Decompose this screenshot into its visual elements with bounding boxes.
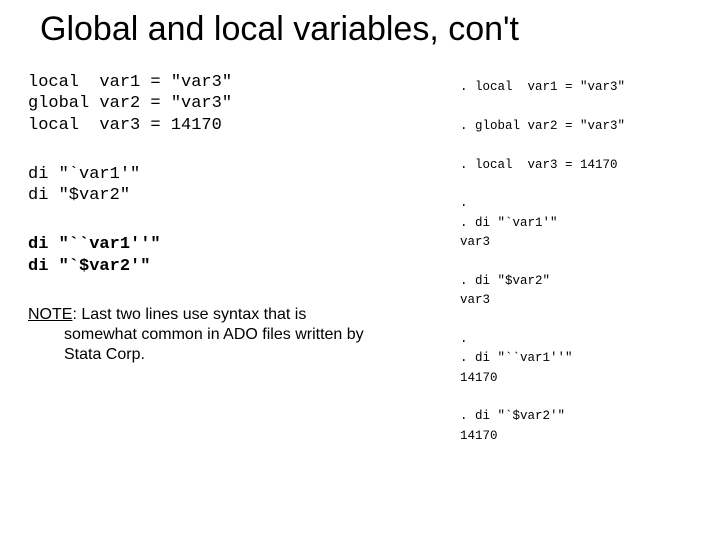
note-paragraph: NOTE: Last two lines use syntax that is … — [28, 305, 398, 365]
slide: Global and local variables, con't local … — [0, 0, 720, 540]
code-block-2: di "`var1'" di "$var2" — [28, 164, 428, 207]
left-column: local var1 = "var3" global var2 = "var3"… — [28, 72, 428, 365]
note-label: NOTE — [28, 306, 72, 323]
code-block-1: local var1 = "var3" global var2 = "var3"… — [28, 72, 428, 136]
note-line1: : Last two lines use syntax that is — [72, 306, 306, 323]
code-block-3: di "``var1''" di "`$var2'" — [28, 234, 428, 277]
note-rest: somewhat common in ADO files written by … — [28, 325, 398, 365]
slide-title: Global and local variables, con't — [40, 10, 700, 49]
console-output: . local var1 = "var3" . global var2 = "v… — [460, 78, 710, 446]
